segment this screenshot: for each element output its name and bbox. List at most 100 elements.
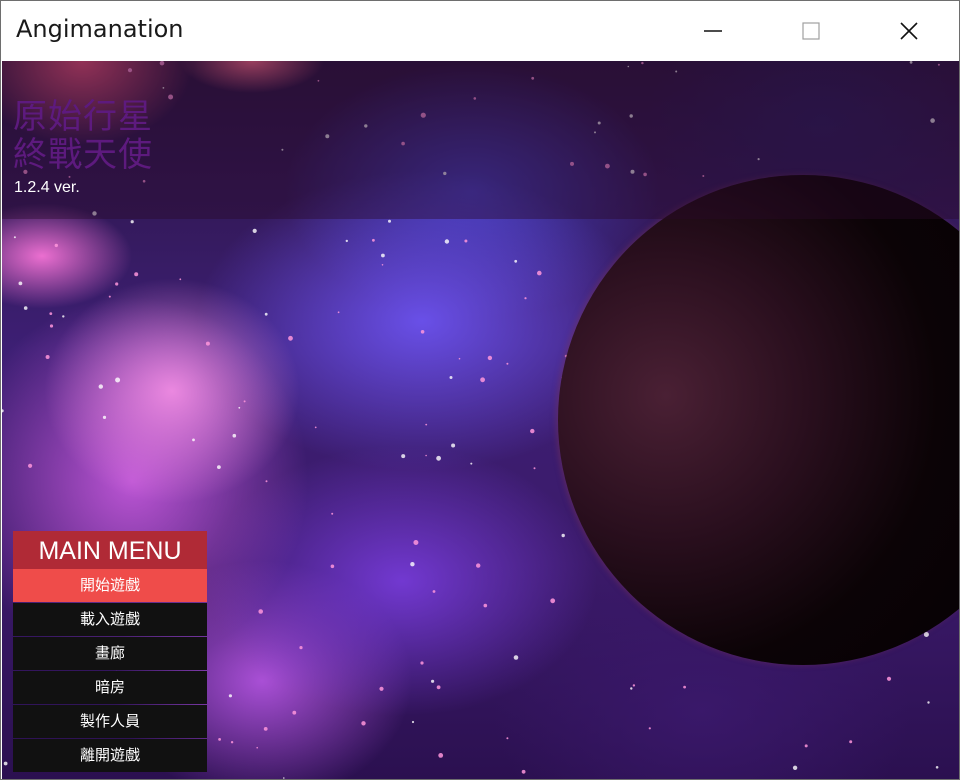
game-viewport[interactable]: 原始行星 終戰天使 1.2.4 ver. MAIN MENU 開始遊戲 載入遊戲… [2,61,959,779]
title-banner: 原始行星 終戰天使 1.2.4 ver. [2,61,959,219]
star [438,753,444,758]
close-icon [900,22,918,40]
star [232,433,237,438]
star [458,357,461,360]
star [49,312,53,315]
star [410,562,415,567]
star [449,376,453,379]
star [476,563,481,568]
menu-item-darkroom[interactable]: 暗房 [13,671,207,704]
window-title: Angimanation [16,15,184,43]
star [480,377,485,383]
star [134,272,139,277]
star [264,312,268,316]
star [648,727,651,730]
star [265,480,268,483]
star [243,400,246,403]
star [217,465,221,469]
minimize-button[interactable] [664,1,762,61]
star [420,330,425,334]
star [102,415,107,419]
star [381,253,385,258]
star [330,564,335,569]
star [337,311,340,314]
star [115,377,121,383]
star [506,737,509,740]
star [28,463,33,468]
star [108,295,111,298]
star [45,355,50,359]
star [683,685,686,689]
star [411,720,415,724]
star [23,306,28,310]
star [13,236,16,239]
star [331,512,334,515]
star [923,632,929,637]
star [537,270,542,276]
maximize-icon [802,22,820,40]
title-bar[interactable]: Angimanation [1,1,959,61]
app-window: Angimanation 原始行星 終戰天使 1.2.4 ver. MAIN M… [0,0,960,780]
game-title-line-2: 終戰天使 [13,135,153,175]
star [345,239,348,243]
star [530,428,535,434]
star [420,661,424,665]
star [886,676,892,681]
star [514,259,518,263]
star [413,540,419,545]
star [98,384,104,389]
star [432,590,436,593]
star [436,455,441,461]
star [62,315,65,318]
version-label: 1.2.4 ver. [14,179,80,196]
main-menu: MAIN MENU 開始遊戲 載入遊戲 畫廊 暗房 製作人員 離開遊戲 [13,531,207,772]
menu-item-load-game[interactable]: 載入遊戲 [13,603,207,636]
star [3,761,8,766]
star [804,744,808,748]
star [513,655,519,660]
star [524,297,527,300]
star [130,220,134,224]
star [506,362,509,365]
star [470,462,473,465]
star [238,406,241,409]
star [425,454,427,457]
star [444,239,450,244]
star [451,443,456,448]
star [361,721,366,726]
star [314,426,317,429]
star [487,355,493,361]
star [263,727,268,731]
star [18,281,23,286]
star [401,454,406,459]
star [372,238,375,242]
star [218,738,222,741]
star [228,694,232,698]
star [561,533,565,538]
game-title-line-1: 原始行星 [13,97,153,137]
maximize-button[interactable] [762,1,860,61]
star [379,686,384,691]
menu-item-exit-game[interactable]: 離開遊戲 [13,739,207,772]
menu-item-gallery[interactable]: 畫廊 [13,637,207,670]
star [935,766,939,769]
star [425,423,428,426]
star [205,341,210,346]
star [630,687,633,690]
star [299,646,303,650]
star [2,409,4,413]
menu-item-credits[interactable]: 製作人員 [13,705,207,738]
menu-item-start-game[interactable]: 開始遊戲 [13,569,207,602]
star [533,467,536,470]
star [632,684,636,687]
close-button[interactable] [860,1,958,61]
star [521,769,526,774]
star [381,264,384,266]
star [550,598,556,604]
star [436,685,441,690]
star [927,701,930,704]
star [849,740,853,744]
minimize-icon [704,30,722,32]
star [54,243,58,248]
star [230,741,234,744]
